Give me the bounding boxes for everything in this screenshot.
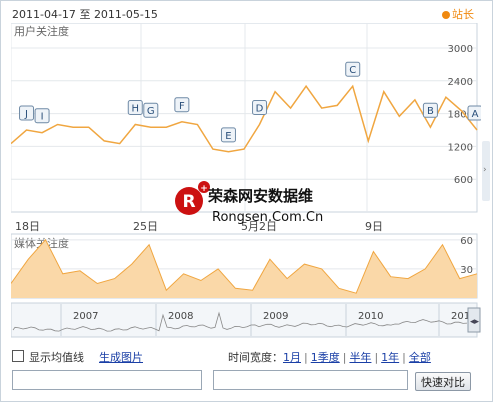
watermark-logo-letter: R (182, 192, 195, 212)
event-marker-label: A (472, 109, 479, 120)
overview-handle-icon: ◂▸ (470, 317, 480, 327)
watermark-domain: Rongsen.Com.Cn (212, 210, 323, 225)
event-marker-j: J (19, 105, 35, 121)
user-y-tick-label: 3000 (448, 44, 473, 55)
event-marker-h: H (127, 100, 143, 115)
chart-area: 用户关注度 3000 2400 1800 1200 600 JIHGFEDCBA 18日… (10, 22, 483, 341)
overview-year-label: 2008 (168, 311, 193, 322)
svg-text:+: + (200, 184, 208, 194)
event-marker-label: B (427, 106, 434, 117)
chart-svg: 用户关注度 3000240018001200600 J IH G FEDCB A 18日… (10, 22, 483, 338)
event-marker-label: E (225, 131, 231, 142)
overview-year-label: 2010 (358, 311, 383, 322)
show-average-checkbox[interactable] (12, 350, 24, 362)
keyword-input-1[interactable] (12, 370, 202, 390)
time-width-label: 时间宽度： (228, 351, 283, 364)
event-marker-label: J (24, 109, 28, 120)
user-x-labels: 18日 25日 5月2日 9日 (15, 220, 383, 233)
controls: 显示均值线 生成图片 时间宽度：1月 | 1季度 | 半年 | 1年 | 全部 快速对比 (1, 346, 492, 401)
event-marker-e: E (220, 127, 236, 143)
generate-image-link[interactable]: 生成图片 (99, 349, 143, 365)
event-marker-d: D (252, 100, 268, 115)
header: 2011-04-17 至 2011-05-15 站长 (1, 1, 492, 23)
media-y-tick-label: 60 (460, 236, 473, 247)
start-date: 2011-04-17 (12, 8, 76, 21)
user-y-tick-label: 1200 (448, 142, 473, 153)
event-marker-label: I (41, 112, 44, 123)
user-y-tick-label: 2400 (448, 77, 473, 88)
user-y-tick-label: 600 (454, 175, 473, 186)
index-widget: 2011-04-17 至 2011-05-15 站长 用户关注度 3000 240… (0, 0, 493, 402)
event-marker-a: A (467, 105, 483, 121)
event-marker-f: F (174, 97, 190, 113)
media-y-tick-label: 30 (460, 265, 473, 276)
user-panel (10, 22, 478, 213)
overview-year-label: 2007 (73, 311, 98, 322)
time-option-all[interactable]: 全部 (409, 351, 431, 364)
dot-icon (442, 11, 450, 19)
event-marker-label: D (256, 104, 264, 115)
user-chart-title: 用户关注度 (14, 24, 69, 38)
time-option-1-month[interactable]: 1月 (283, 351, 301, 364)
event-marker-c: C (345, 61, 361, 77)
event-marker-label: C (349, 65, 356, 76)
end-date: 2011-05-15 (93, 8, 158, 21)
site-badge[interactable]: 站长 (442, 6, 474, 22)
overview-year-label: 2009 (263, 311, 288, 322)
user-x-label: 9日 (365, 220, 383, 233)
event-marker-b: B (422, 102, 438, 118)
scroll-right-button[interactable]: › (482, 141, 490, 201)
event-marker-label: F (179, 101, 185, 112)
user-x-label: 25日 (133, 220, 158, 233)
event-marker-label: G (147, 106, 155, 117)
event-marker-label: H (132, 104, 140, 115)
quick-compare-button[interactable]: 快速对比 (415, 372, 471, 391)
time-option-half-year[interactable]: 半年 (349, 351, 371, 364)
date-range: 2011-04-17 至 2011-05-15 (12, 6, 158, 22)
chevron-right-icon: › (483, 165, 487, 175)
overview-year-label: 201 (451, 311, 470, 322)
time-width-selector: 时间宽度：1月 | 1季度 | 半年 | 1年 | 全部 (228, 351, 431, 364)
show-average-label: 显示均值线 (29, 351, 84, 364)
event-marker-i: I (34, 108, 50, 124)
user-x-label: 18日 (15, 220, 40, 233)
keyword-input-2[interactable] (213, 370, 408, 390)
time-option-1-quarter[interactable]: 1季度 (311, 351, 340, 364)
watermark-name: 荣森网安数据维 (207, 187, 313, 205)
time-option-1-year[interactable]: 1年 (381, 351, 399, 364)
site-label: 站长 (452, 8, 474, 21)
range-separator: 至 (79, 8, 91, 21)
event-marker-g: G (143, 102, 159, 118)
